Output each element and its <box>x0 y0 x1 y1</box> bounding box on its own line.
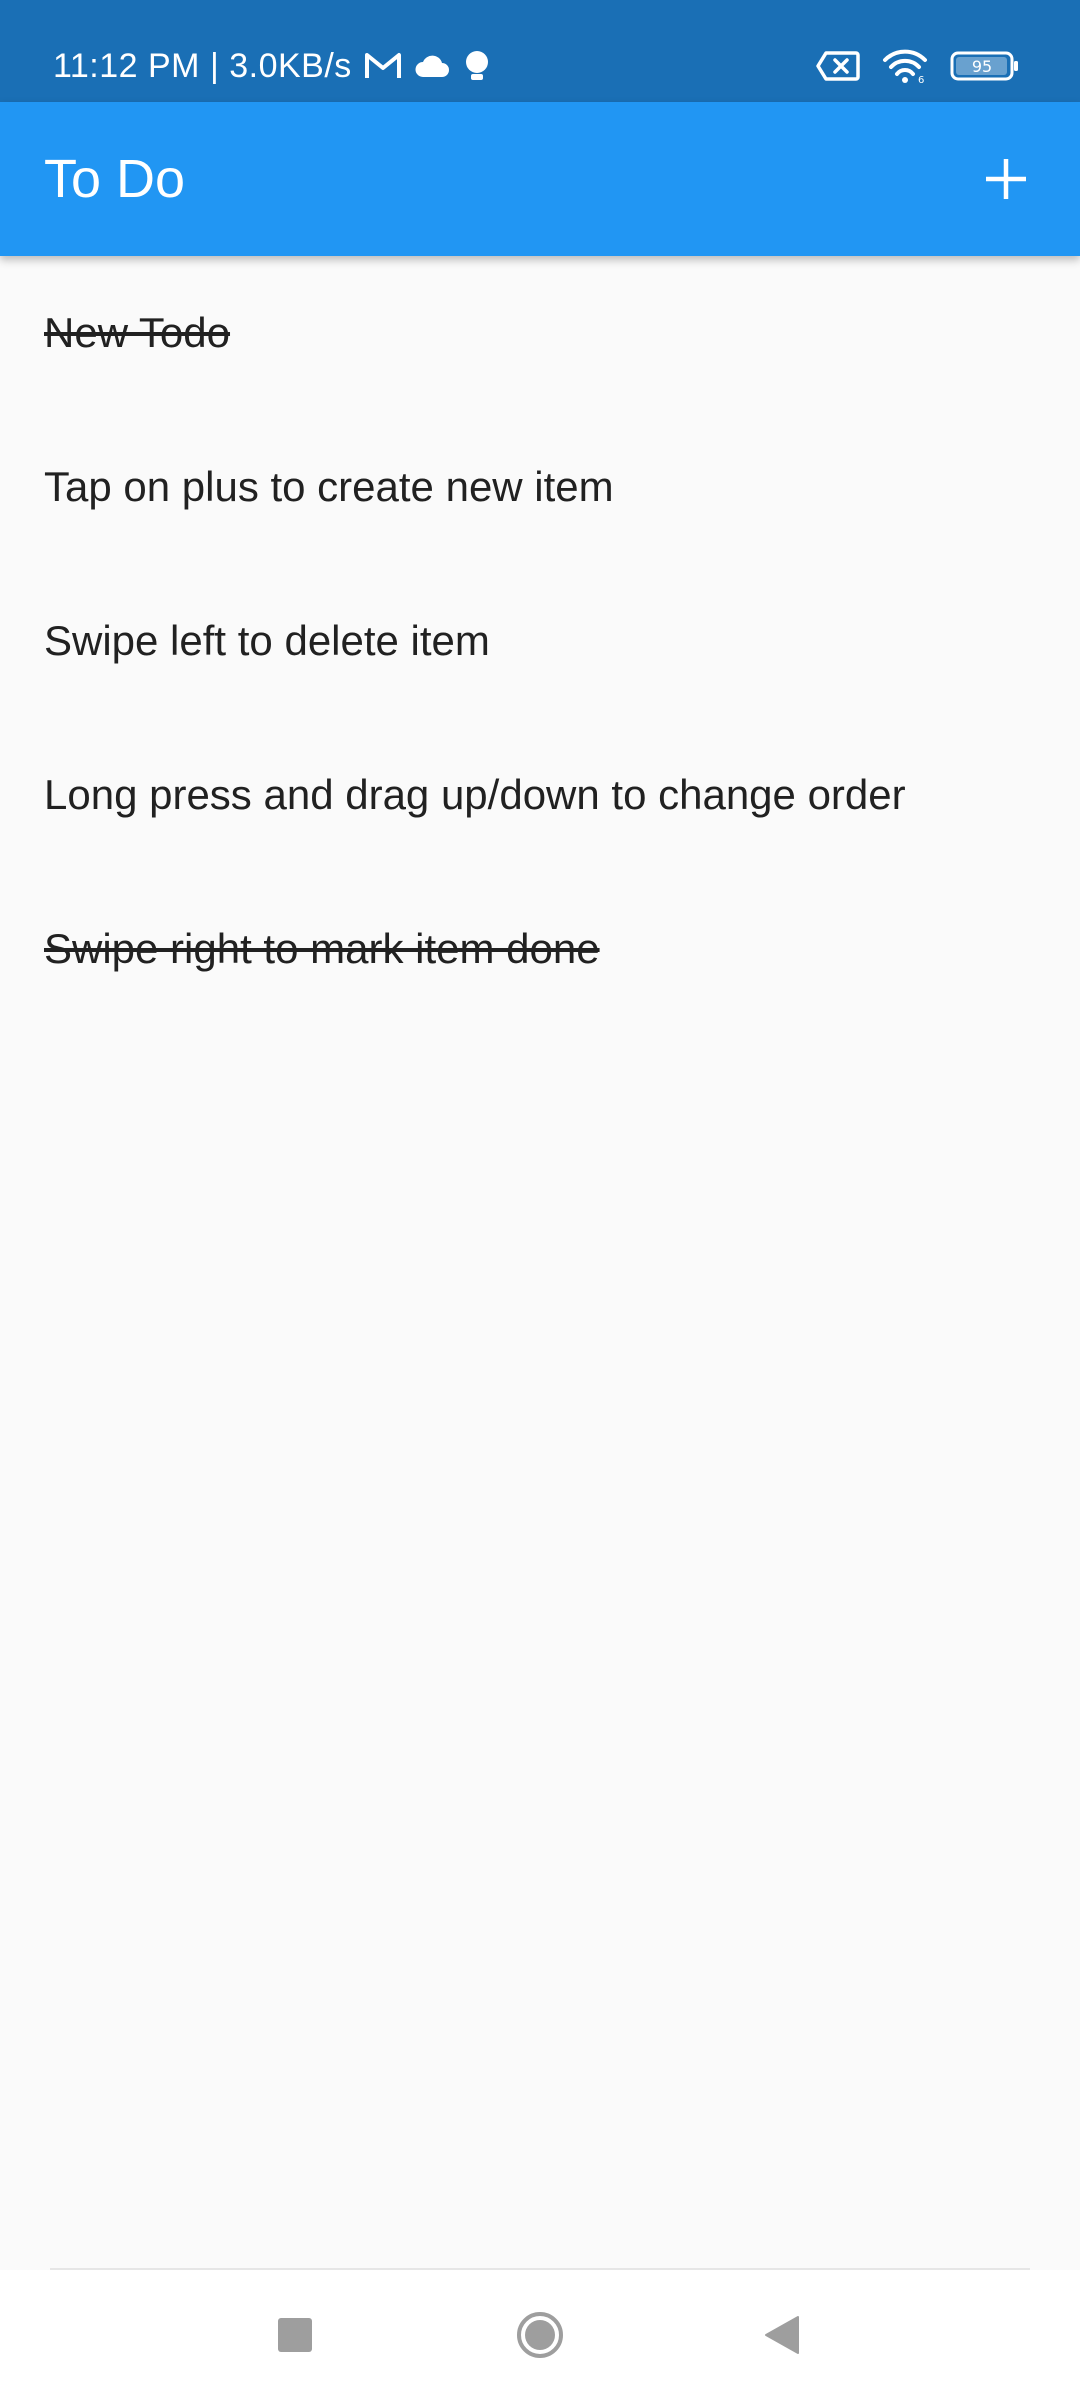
status-bar: 11:12 PM | 3.0KB/s 6 95 <box>0 0 1080 102</box>
plus-icon <box>986 159 1026 199</box>
wifi-icon: 6 <box>882 48 928 84</box>
todo-list: New Todo Tap on plus to create new item … <box>0 256 1080 1026</box>
recents-icon <box>278 2318 312 2352</box>
todo-item[interactable]: Long press and drag up/down to change or… <box>0 718 1080 872</box>
page-title: To Do <box>44 149 186 209</box>
battery-icon: 95 <box>950 50 1020 82</box>
notification-icon <box>462 49 492 83</box>
todo-item-text: Tap on plus to create new item <box>44 463 614 510</box>
status-time-speed: 11:12 PM | 3.0KB/s <box>53 46 352 85</box>
cloud-icon <box>414 53 450 79</box>
add-todo-button[interactable] <box>956 129 1056 229</box>
svg-text:6: 6 <box>918 75 924 84</box>
todo-item[interactable]: New Todo <box>0 256 1080 410</box>
todo-item-text: New Todo <box>44 309 231 356</box>
app-bar: To Do <box>0 102 1080 256</box>
back-button[interactable] <box>722 2270 842 2400</box>
battery-level: 95 <box>972 57 992 76</box>
recents-button[interactable] <box>235 2270 355 2400</box>
home-button[interactable] <box>480 2270 600 2400</box>
gmail-icon <box>364 51 402 81</box>
todo-item[interactable]: Swipe left to delete item <box>0 564 1080 718</box>
no-sim-icon <box>816 50 860 82</box>
todo-item-text: Long press and drag up/down to change or… <box>44 771 906 818</box>
home-icon <box>517 2312 563 2358</box>
todo-item[interactable]: Swipe right to mark item done <box>0 872 1080 1026</box>
screen: 11:12 PM | 3.0KB/s 6 95 To Do New Todo T… <box>0 0 1080 2400</box>
todo-item[interactable]: Tap on plus to create new item <box>0 410 1080 564</box>
todo-item-text: Swipe right to mark item done <box>44 925 600 972</box>
back-icon <box>765 2316 799 2354</box>
todo-item-text: Swipe left to delete item <box>44 617 490 664</box>
nav-bar <box>0 2270 1080 2400</box>
